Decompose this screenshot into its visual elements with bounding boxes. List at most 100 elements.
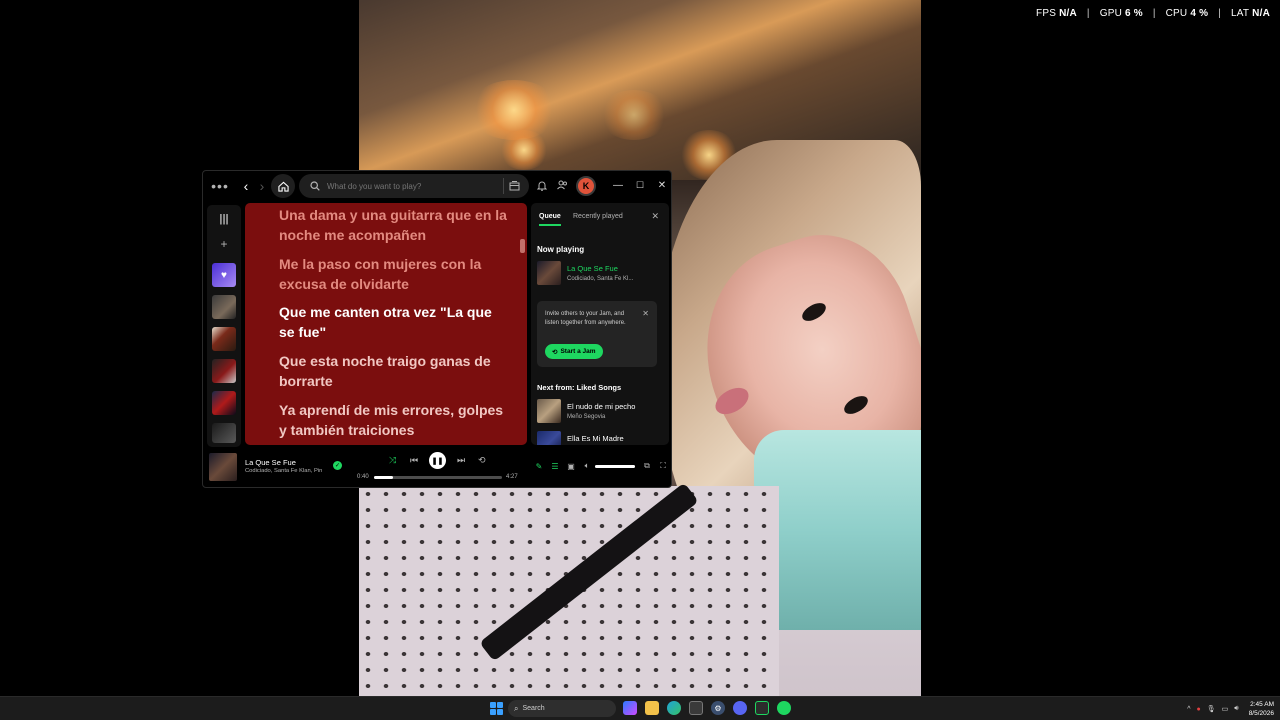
progress-fill xyxy=(374,476,394,479)
miniplayer-icon[interactable]: ⧉ xyxy=(641,461,653,471)
queue-panel: Queue Recently played ✕ Now playing La Q… xyxy=(531,203,669,445)
forward-arrow-icon[interactable]: › xyxy=(253,177,271,195)
cpu-value: 4 % xyxy=(1190,8,1209,19)
queue-item-title[interactable]: Ella Es Mi Madre xyxy=(567,434,624,443)
lyrics-mic-icon[interactable]: ✎ xyxy=(533,461,545,471)
search-bar[interactable] xyxy=(299,174,529,198)
notifications-bell-icon[interactable] xyxy=(535,178,549,192)
library-icon[interactable]: ||| xyxy=(215,213,233,229)
shuffle-icon[interactable]: ⤨ xyxy=(389,455,396,466)
start-jam-button[interactable]: ⟲ Start a Jam xyxy=(545,344,603,359)
volume-icon[interactable]: 🔈︎ xyxy=(581,461,593,471)
fullscreen-icon[interactable]: ⛶ xyxy=(657,461,669,471)
now-playing-cover[interactable] xyxy=(209,453,237,481)
spotify-icon[interactable] xyxy=(777,701,791,715)
friend-activity-icon[interactable] xyxy=(555,178,569,192)
cpu-label: CPU xyxy=(1165,8,1188,19)
queue-now-playing-title[interactable]: La Que Se Fue xyxy=(567,264,618,273)
playlist-cover[interactable] xyxy=(212,391,236,415)
jam-icon: ⟲ xyxy=(552,348,558,356)
next-from-heading: Next from: Liked Songs xyxy=(537,383,622,392)
store-icon[interactable] xyxy=(689,701,703,715)
now-playing-title[interactable]: La Que Se Fue xyxy=(245,458,296,467)
queue-icon[interactable]: ☰ xyxy=(549,461,561,471)
pause-button[interactable]: ❚❚ xyxy=(429,452,446,469)
fps-value: N/A xyxy=(1059,8,1077,19)
network-icon[interactable]: ▭ xyxy=(1222,705,1229,713)
lat-value: N/A xyxy=(1252,8,1270,19)
jam-invite-text: Invite others to your Jam, and listen to… xyxy=(545,311,626,326)
playlist-cover[interactable] xyxy=(212,423,236,443)
lyric-line[interactable]: Que esta noche traigo ganas de borrarte xyxy=(279,351,509,391)
progress-bar[interactable] xyxy=(374,476,502,479)
microphone-icon[interactable]: 🎙︎ xyxy=(1207,705,1216,713)
file-explorer-icon[interactable] xyxy=(645,701,659,715)
speaker-icon[interactable]: 🔊︎ xyxy=(1234,705,1238,713)
playlist-cover[interactable] xyxy=(212,327,236,351)
menu-icon[interactable]: ••• xyxy=(211,177,229,195)
gpu-label: GPU xyxy=(1099,8,1122,19)
taskbar-search[interactable]: ⌕ Search xyxy=(508,700,616,717)
performance-overlay: FPS N/A | GPU 6 % | CPU 4 % | LAT N/A xyxy=(1036,8,1270,19)
player-bar: La Que Se Fue Codiciado, Santa Fe Klan, … xyxy=(203,449,671,487)
close-icon[interactable]: ✕ xyxy=(642,309,649,318)
user-avatar[interactable]: K xyxy=(576,176,596,196)
saved-check-icon[interactable]: ✓ xyxy=(333,461,342,470)
queue-item-title[interactable]: El nudo de mi pecho xyxy=(567,402,635,411)
title-bar: ••• ‹ › K — ☐ xyxy=(203,171,671,201)
queue-item-artist[interactable]: Meño Segovia xyxy=(567,414,605,420)
playlist-cover[interactable] xyxy=(212,295,236,319)
taskbar-search-label: Search xyxy=(522,705,545,712)
tab-recently-played[interactable]: Recently played xyxy=(573,213,623,220)
now-playing-heading: Now playing xyxy=(537,245,585,254)
lyric-line[interactable]: Una dama y una guitarra que en la noche … xyxy=(279,205,509,245)
repeat-icon[interactable]: ⟲ xyxy=(478,455,486,466)
lat-label: LAT xyxy=(1230,8,1250,19)
tray-app-icon[interactable]: ● xyxy=(1197,706,1201,713)
lyric-line[interactable]: Me la paso con mujeres con la excusa de … xyxy=(279,254,509,294)
tab-queue[interactable]: Queue xyxy=(539,213,561,220)
lyric-line[interactable]: Ya aprendí de mis errores, golpes y tamb… xyxy=(279,400,509,440)
copilot-icon[interactable] xyxy=(623,701,637,715)
connect-device-icon[interactable]: ▣ xyxy=(565,461,577,471)
minimize-icon[interactable]: — xyxy=(611,177,625,193)
track-cover[interactable] xyxy=(537,399,561,423)
playlist-cover[interactable] xyxy=(212,359,236,383)
create-plus-icon[interactable]: + xyxy=(215,237,233,253)
clock[interactable]: 2:45 AM 8/5/2026 xyxy=(1249,700,1274,718)
next-track-icon[interactable]: ⏭ xyxy=(457,455,465,466)
track-cover[interactable] xyxy=(537,261,561,285)
gpu-value: 6 % xyxy=(1125,8,1143,19)
edge-browser-icon[interactable] xyxy=(667,701,681,715)
search-icon xyxy=(305,181,325,191)
close-icon[interactable]: ✕ xyxy=(651,211,659,222)
app-icon[interactable] xyxy=(755,701,769,715)
chevron-up-icon[interactable]: ^ xyxy=(1187,706,1190,713)
previous-track-icon[interactable]: ⏮ xyxy=(410,455,418,466)
lyric-line-current[interactable]: Que me canten otra vez "La que se fue" xyxy=(279,302,509,342)
fps-label: FPS xyxy=(1036,8,1057,19)
clock-date: 8/5/2026 xyxy=(1248,710,1274,717)
library-sidebar: ||| + ♥ xyxy=(207,205,241,447)
volume-fill xyxy=(595,465,635,468)
lyrics-scrollbar[interactable] xyxy=(520,239,525,253)
maximize-icon[interactable]: ☐ xyxy=(633,177,647,193)
home-icon xyxy=(277,181,289,192)
windows-start-icon[interactable] xyxy=(490,702,503,715)
track-cover[interactable] xyxy=(537,431,561,445)
lyrics-panel: Una dama y una guitarra que en la noche … xyxy=(245,203,527,445)
queue-now-playing-artist[interactable]: Codiciado, Santa Fe Kl... xyxy=(567,276,633,282)
volume-slider[interactable] xyxy=(595,465,635,468)
search-input[interactable] xyxy=(327,181,503,191)
system-tray: ^ ● 🎙︎ ▭ 🔊︎ 2:45 AM 8/5/2026 xyxy=(1187,697,1274,720)
discord-icon[interactable] xyxy=(733,701,747,715)
now-playing-artist[interactable]: Codiciado, Santa Fe Klan, Pin xyxy=(245,468,327,474)
desktop: FPS N/A | GPU 6 % | CPU 4 % | LAT N/A ••• ‹ … xyxy=(0,0,1280,720)
home-button[interactable] xyxy=(271,174,295,198)
active-tab-indicator xyxy=(539,224,561,226)
settings-gear-icon[interactable]: ⚙ xyxy=(711,701,725,715)
search-icon: ⌕ xyxy=(514,703,519,713)
close-icon[interactable]: ✕ xyxy=(655,177,669,193)
browse-icon[interactable] xyxy=(503,178,525,194)
liked-songs-cover[interactable]: ♥ xyxy=(212,263,236,287)
